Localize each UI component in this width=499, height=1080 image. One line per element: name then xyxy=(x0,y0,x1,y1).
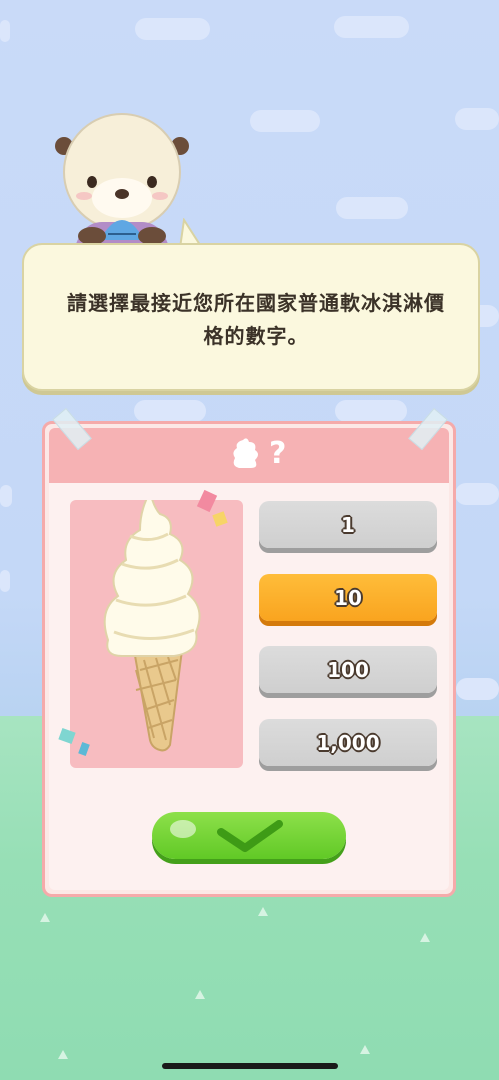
button-shine xyxy=(170,820,196,838)
option-button-10[interactable]: 10 xyxy=(259,574,437,621)
otter-mascot xyxy=(55,113,189,250)
cloud xyxy=(135,18,210,40)
grass-tuft xyxy=(258,907,268,916)
confirm-button[interactable] xyxy=(152,812,346,859)
option-button-100[interactable]: 100 xyxy=(259,646,437,693)
cloud xyxy=(0,20,10,42)
cloud xyxy=(334,16,409,38)
ice-cream-photo xyxy=(70,489,243,768)
cloud xyxy=(335,400,407,422)
option-button-1000[interactable]: 1,000 xyxy=(259,719,437,766)
cloud xyxy=(455,483,499,505)
home-indicator[interactable] xyxy=(162,1063,338,1069)
grass-tuft xyxy=(58,1050,68,1059)
cloud xyxy=(250,110,320,132)
cloud xyxy=(134,400,206,422)
grass-tuft xyxy=(40,913,50,922)
checkmark-icon xyxy=(217,820,283,852)
grass-tuft xyxy=(195,990,205,999)
grass-tuft xyxy=(420,933,430,942)
speech-bubble: 請選擇最接近您所在國家普通軟冰淇淋價格的數字。 xyxy=(22,243,480,391)
cloud xyxy=(455,108,499,130)
soft-serve-icon xyxy=(103,489,201,752)
cloud xyxy=(456,678,499,700)
option-button-1[interactable]: 1 xyxy=(259,501,437,548)
cloud xyxy=(0,570,10,592)
cloud xyxy=(336,197,408,219)
question-prompt: 請選擇最接近您所在國家普通軟冰淇淋價格的數字。 xyxy=(67,291,445,348)
header-question-mark: ? xyxy=(269,436,287,471)
cloud xyxy=(0,485,12,507)
card-header: ? xyxy=(49,428,449,483)
grass-tuft xyxy=(360,1045,370,1054)
